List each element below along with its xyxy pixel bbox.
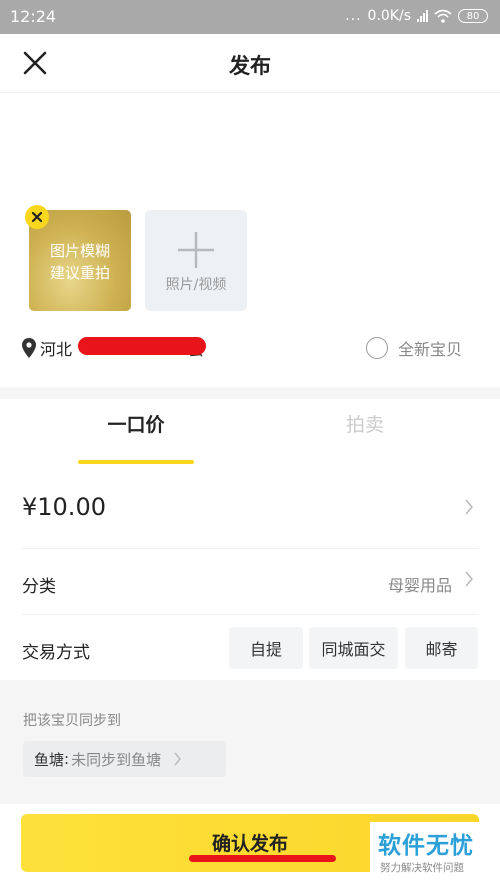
status-bar: 12:24 ... 0.0K/s 80 [0, 0, 500, 34]
header: 发布 [0, 34, 500, 93]
battery-icon: 80 [458, 9, 488, 23]
wifi-icon [434, 9, 452, 23]
chevron-right-icon [464, 569, 474, 593]
notification-dots: ... [345, 8, 362, 24]
close-icon [31, 211, 43, 223]
trade-option-mail[interactable]: 邮寄 [405, 627, 478, 669]
watermark-title: 软件无忧 [378, 833, 474, 859]
sync-fishpond-button[interactable]: 鱼塘 : 未同步到鱼塘 [23, 741, 226, 777]
sync-colon: : [64, 750, 70, 768]
blur-warning-line2: 建议重拍 [49, 264, 110, 282]
location-text: 河北 [40, 340, 73, 359]
location-pin-icon [22, 338, 36, 358]
radio-circle-icon [366, 337, 388, 359]
trade-option-pickup[interactable]: 自提 [229, 627, 303, 669]
chevron-right-icon [174, 752, 182, 766]
plus-icon [178, 232, 214, 268]
add-media-button[interactable]: 照片/视频 [145, 210, 247, 311]
watermark-subtitle: 努力解决软件问题 [380, 862, 464, 874]
sync-status: 未同步到鱼塘 [71, 750, 162, 769]
network-speed: 0.0K/s [367, 8, 411, 24]
price-value: ¥10.00 [22, 493, 106, 521]
trade-method-label: 交易方式 [22, 643, 90, 663]
category-row[interactable]: 分类 母婴用品 [22, 548, 478, 615]
new-item-checkbox[interactable]: 全新宝贝 [366, 335, 462, 361]
blur-warning-line1: 图片模糊 [49, 242, 110, 260]
tab-fixed-price[interactable]: 一口价 [78, 410, 194, 437]
sync-name: 鱼塘 [34, 750, 65, 769]
sync-title: 把该宝贝同步到 [23, 713, 121, 729]
remove-photo-button[interactable] [25, 205, 49, 229]
category-label: 分类 [22, 577, 56, 597]
active-tab-indicator [78, 460, 194, 464]
status-time: 12:24 [10, 7, 57, 26]
page-title: 发布 [229, 54, 271, 78]
redaction-underline [189, 855, 336, 862]
redaction-mark [78, 337, 206, 355]
signal-icon [417, 10, 428, 22]
blur-warning: 图片模糊 建议重拍 [29, 240, 131, 284]
status-indicators: ... 0.0K/s 80 [345, 8, 488, 24]
category-value: 母婴用品 [387, 576, 452, 595]
price-row[interactable]: ¥10.00 [22, 480, 478, 549]
section-divider [0, 387, 500, 399]
add-media-label: 照片/视频 [165, 277, 227, 293]
tab-auction[interactable]: 拍卖 [320, 410, 410, 437]
trade-option-local-meetup[interactable]: 同城面交 [309, 627, 398, 669]
watermark: 软件无忧 努力解决软件问题 [370, 822, 492, 880]
chevron-right-icon [464, 497, 474, 521]
new-item-label: 全新宝贝 [398, 340, 463, 359]
